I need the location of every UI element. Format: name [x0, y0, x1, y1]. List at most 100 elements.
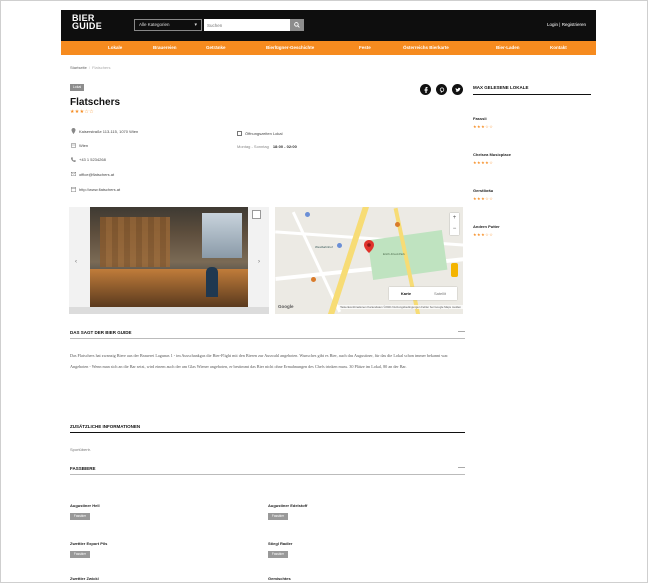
map-attribution[interactable]: Tastenkombinationen Kartendaten ©2021 Nu…: [338, 305, 463, 309]
venue-region: Wien: [70, 142, 88, 148]
beer-tag: Fassbier: [70, 513, 90, 520]
fullscreen-icon[interactable]: [252, 210, 261, 219]
venue-title: Flatschers: [70, 97, 121, 108]
map-marker-icon: [364, 240, 374, 253]
nav-item-lokale[interactable]: Lokale: [108, 45, 122, 50]
section-extra-header: ZUSÄTZLICHE INFORMATIONEN: [70, 424, 465, 434]
opening-hours-toggle[interactable]: Öffnungszeiten Lokal: [237, 131, 283, 136]
divider: [70, 474, 465, 475]
venue-phone: +43 1 5234268: [70, 156, 106, 162]
pinterest-share-button[interactable]: [436, 84, 447, 95]
nav-item-brauereien[interactable]: Brauereien: [153, 45, 177, 50]
zoom-out-button[interactable]: −: [450, 224, 459, 235]
sidebar-item-stars: ★★★★☆: [473, 160, 494, 165]
google-logo: Google: [278, 304, 294, 309]
email-text[interactable]: office@flatschers.at: [79, 172, 114, 177]
globe-icon: [70, 186, 76, 192]
main-nav: Lokale Brauereien Getränke Bierlügner-Ge…: [61, 41, 596, 55]
venue-type-badge: Lokal: [70, 84, 84, 91]
photo-gallery[interactable]: ‹ ›: [69, 207, 269, 314]
section-extra-title: ZUSÄTZLICHE INFORMATIONEN: [70, 424, 141, 429]
facebook-share-button[interactable]: [420, 84, 431, 95]
collapse-icon[interactable]: —: [458, 328, 465, 335]
sidebar-item-stars: ★★★☆☆: [473, 124, 494, 129]
nav-item-kontakt[interactable]: Kontakt: [550, 45, 567, 50]
beer-name[interactable]: Augustiner Edelstoff: [268, 503, 307, 508]
sidebar-item-name: Fasssli: [473, 116, 487, 121]
nav-item-bier-laden[interactable]: Bier-Laden: [496, 45, 520, 50]
divider: [70, 338, 465, 339]
region-text[interactable]: Wien: [79, 143, 88, 148]
section-guide-header[interactable]: DAS SAGT DER BIER GUIDE —: [70, 328, 465, 339]
map-pin-icon: [70, 128, 76, 134]
logo-line-2: GUIDE: [72, 21, 103, 31]
divider: [473, 94, 591, 96]
sidebar-item[interactable]: Andern Putter ★★★☆☆: [473, 224, 500, 237]
map-poi-icon: [337, 243, 342, 248]
sidebar-item-name: Gerstlbräu: [473, 188, 494, 193]
sidebar-title-text: MAX GELESENE LOKALE: [473, 85, 529, 90]
nav-item-getraenke[interactable]: Getränke: [206, 45, 226, 50]
logo[interactable]: BIER GUIDE: [72, 14, 103, 31]
map-label-station: Westbahnhof: [315, 245, 333, 249]
building-icon: [70, 142, 76, 148]
search-button[interactable]: [290, 19, 304, 31]
facebook-icon: [424, 86, 428, 93]
location-map[interactable]: Erich-Fried-Park Westbahnhof + − Karte S…: [275, 207, 463, 314]
sidebar-item[interactable]: Chelsea Musicplace ★★★★☆: [473, 152, 511, 165]
login-register-link[interactable]: Login | Registrieren: [547, 22, 586, 27]
nav-item-feste[interactable]: Feste: [359, 45, 371, 50]
street-view-pegman-icon[interactable]: [451, 263, 458, 277]
twitter-icon: [455, 87, 461, 92]
opening-hours-checkbox[interactable]: [237, 131, 242, 136]
beer-name[interactable]: Augustiner Hell: [70, 503, 100, 508]
breadcrumb: Startseite / Flatschers: [70, 65, 110, 70]
sidebar-item-name: Andern Putter: [473, 224, 500, 229]
sidebar-item-name: Chelsea Musicplace: [473, 152, 512, 157]
map-poi-icon: [311, 277, 316, 282]
beer-name[interactable]: Zwettler Zwickl: [70, 576, 99, 581]
extra-info-value: Sportübertr.: [70, 447, 91, 452]
hours-day: Montag - Sonntag: [237, 144, 269, 149]
breadcrumb-home[interactable]: Startseite: [70, 65, 87, 70]
beer-tag: Fassbier: [268, 551, 288, 558]
category-select-value: Alle Kategorien: [139, 22, 170, 27]
nav-item-bierkarte[interactable]: Österreichs Bierkarte: [403, 45, 449, 50]
envelope-icon: [70, 171, 76, 177]
breadcrumb-current: Flatschers: [92, 65, 111, 70]
map-type-map[interactable]: Karte: [389, 287, 423, 300]
search-icon: [294, 22, 300, 28]
twitter-share-button[interactable]: [452, 84, 463, 95]
sidebar-title: MAX GELESENE LOKALE: [473, 85, 591, 96]
venue-website: http://www.flatschers.at: [70, 186, 120, 192]
top-bar: BIER GUIDE Alle Kategorien ▾ Login | Reg…: [61, 10, 596, 41]
gallery-next-arrow-icon[interactable]: ›: [258, 259, 260, 265]
map-type-satellite[interactable]: Satellit: [423, 287, 457, 300]
map-zoom-control: + −: [450, 213, 459, 235]
search-input[interactable]: [204, 19, 290, 31]
beer-name[interactable]: Stiegl Radler: [268, 541, 292, 546]
category-select[interactable]: Alle Kategorien ▾: [134, 19, 202, 31]
venue-photo: [90, 207, 248, 307]
sidebar-item-stars: ★★★☆☆: [473, 196, 494, 201]
address-text: Kaiserstraße 113-115, 1070 Wien: [79, 128, 139, 134]
chevron-down-icon: ▾: [194, 22, 197, 28]
collapse-icon[interactable]: —: [458, 464, 465, 471]
venue-address: Kaiserstraße 113-115, 1070 Wien: [70, 128, 138, 134]
website-text[interactable]: http://www.flatschers.at: [79, 187, 120, 192]
beer-name[interactable]: Gemischtes: [268, 576, 291, 581]
phone-text[interactable]: +43 1 5234268: [79, 157, 106, 162]
beer-name[interactable]: Zwettler Export Pils: [70, 541, 107, 546]
zoom-in-button[interactable]: +: [450, 213, 459, 224]
gallery-thumbnail-strip: [69, 307, 269, 314]
hours-time: 18:00 - 02:00: [272, 144, 297, 149]
map-poi-icon: [395, 222, 400, 227]
gallery-prev-arrow-icon[interactable]: ‹: [75, 259, 77, 265]
sidebar-item-stars: ★★★☆☆: [473, 232, 494, 237]
guide-description: Das Flatschers hat zwanzig Biere aus der…: [70, 353, 449, 369]
sidebar-item[interactable]: Gerstlbräu ★★★☆☆: [473, 188, 493, 201]
sidebar-item[interactable]: Fasssli ★★★☆☆: [473, 116, 493, 129]
nav-item-geschichte[interactable]: Bierlügner-Geschichte: [266, 45, 314, 50]
map-label-park: Erich-Fried-Park: [383, 252, 405, 256]
section-beers-header[interactable]: FASSBIERE —: [70, 464, 465, 475]
